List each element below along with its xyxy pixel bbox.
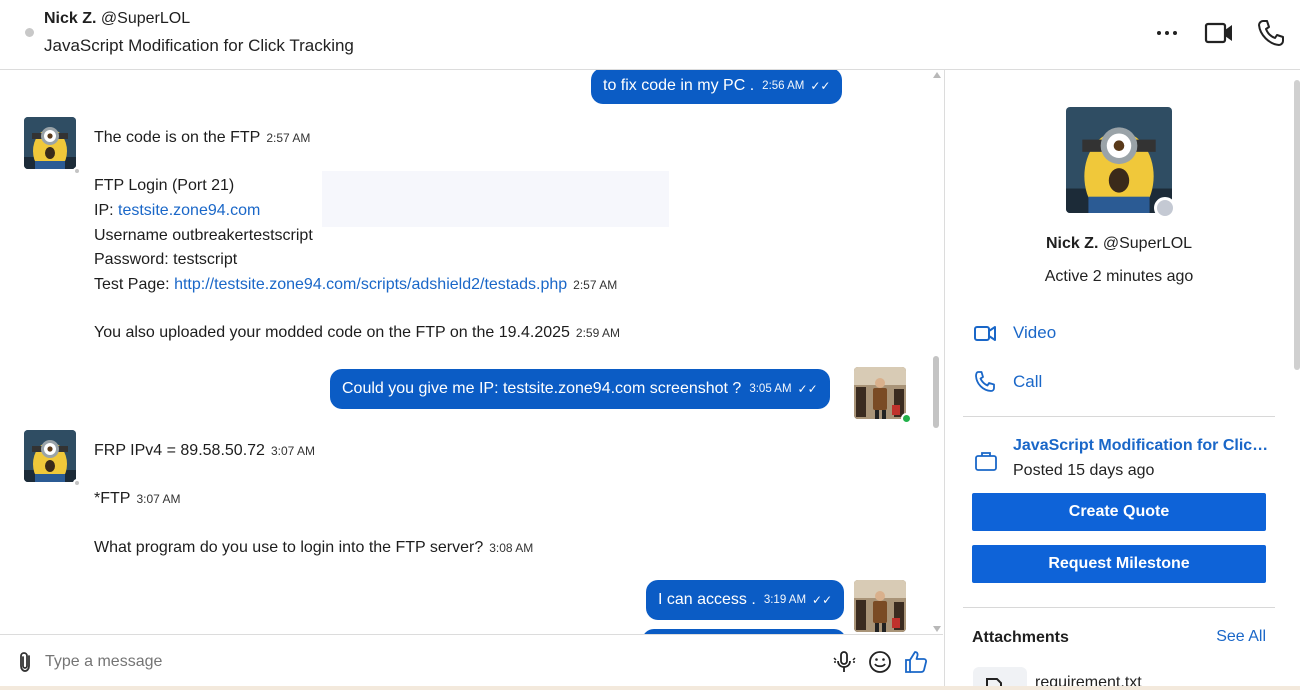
message-text: FRP IPv4 = 89.58.50.72 [94,442,265,459]
presence-dot [73,479,81,487]
outgoing-message[interactable]: to fix code in my PC . 2:56 AM ✓✓ [591,70,843,104]
incoming-message[interactable]: FRP IPv4 = 89.58.50.72 3:07 AM [94,442,315,460]
project-title[interactable]: JavaScript Modification for Click Tracki… [44,36,354,56]
profile-name: Nick Z. @SuperLOL [945,235,1293,253]
paperclip-icon[interactable] [16,651,36,673]
see-all-link[interactable]: See All [1216,628,1266,646]
message-line: Username outbreakertestscript [94,227,313,244]
contact-handle: @SuperLOL [100,10,191,27]
phone-icon [973,370,997,394]
job-title-link[interactable]: JavaScript Modification for Click Tracki… [1013,437,1271,455]
incoming-message[interactable]: The code is on the FTP 2:57 AM [94,129,310,147]
video-label: Video [1013,323,1057,342]
message-text: to fix code in my PC . [603,77,755,94]
message-line: Test Page: http://testsite.zone94.com/sc… [94,276,617,294]
panel-scroll-thumb[interactable] [1294,80,1300,370]
emoji-icon[interactable] [867,649,893,675]
more-icon[interactable] [1152,18,1182,48]
contact-display-name: Nick Z. [44,10,97,27]
profile-display-name: Nick Z. [1045,235,1099,252]
divider [963,607,1275,608]
message-time: 2:56 AM [762,80,805,92]
composer-actions [831,649,929,675]
video-camera-icon[interactable] [1204,18,1234,48]
divider [963,416,1275,417]
presence-dot [25,28,34,37]
message-time: 3:08 AM [489,541,534,555]
video-call-link[interactable]: Video [973,321,1056,345]
message-time: 3:19 AM [763,594,807,606]
message-time: 3:05 AM [749,383,792,395]
ip-label: IP: [94,202,114,219]
attachments-heading: Attachments [972,629,1069,646]
message-time: 2:57 AM [266,131,311,145]
message-time: 2:59 AM [575,326,620,340]
thumbs-up-icon[interactable] [903,649,929,675]
testpage-label: Test Page: [94,276,170,293]
request-milestone-button[interactable]: Request Milestone [972,545,1266,583]
message-text: *FTP [94,490,131,507]
scroll-down-arrow-icon[interactable] [933,626,941,632]
call-label: Call [1013,372,1043,391]
contact-panel: Nick Z. @SuperLOL Active 2 minutes ago V… [944,70,1300,690]
phone-icon[interactable] [1256,18,1286,48]
message-text: I can access . [658,591,756,608]
chat-header: Nick Z. @SuperLOL JavaScript Modificatio… [0,0,1300,70]
message-time: 2:57 AM [573,278,618,292]
online-indicator [901,413,912,424]
briefcase-icon [973,448,999,474]
avatar[interactable] [24,117,76,169]
message-list[interactable]: to fix code in my PC . 2:56 AM ✓✓ The co… [0,70,943,634]
profile-avatar[interactable] [1066,107,1172,213]
window-bottom-edge [0,686,1300,690]
presence-dot [73,167,81,175]
testpage-link[interactable]: http://testsite.zone94.com/scripts/adshi… [174,276,567,293]
avatar[interactable] [854,367,906,419]
outgoing-message[interactable]: Could you give me IP: testsite.zone94.co… [330,369,830,409]
message-time: 3:07 AM [136,492,181,506]
voice-call-link[interactable]: Call [973,370,1042,394]
video-camera-icon [973,321,997,345]
profile-handle: @SuperLOL [1102,235,1193,252]
outgoing-message[interactable]: I can access . 3:19 AM ✓✓ [646,580,845,620]
ip-link[interactable]: testsite.zone94.com [118,202,260,219]
message-text: What program do you use to login into th… [94,539,484,556]
header-actions [1152,18,1286,48]
scroll-thumb[interactable] [933,356,939,428]
create-quote-button[interactable]: Create Quote [972,493,1266,531]
avatar[interactable] [854,580,906,632]
message-text: Could you give me IP: testsite.zone94.co… [342,380,742,397]
contact-name[interactable]: Nick Z. @SuperLOL [44,10,190,28]
incoming-message[interactable]: You also uploaded your modded code on th… [94,324,620,342]
message-composer [0,634,943,690]
chat-scrollbar[interactable] [930,70,943,634]
job-posted-date: Posted 15 days ago [1013,462,1155,479]
message-text: You also uploaded your modded code on th… [94,324,570,341]
read-receipt-icon: ✓✓ [812,593,833,607]
avatar[interactable] [24,430,76,482]
message-line: IP: testsite.zone94.com [94,202,260,220]
microphone-icon[interactable] [831,649,857,675]
message-text: The code is on the FTP [94,129,261,146]
message-line: Password: testscript [94,251,238,268]
read-receipt-icon: ✓✓ [810,79,831,93]
message-input[interactable] [45,647,805,677]
selection-highlight [322,171,669,227]
scroll-up-arrow-icon[interactable] [933,72,941,78]
incoming-message[interactable]: *FTP 3:07 AM [94,490,180,508]
last-active: Active 2 minutes ago [1044,268,1194,285]
message-line: FTP Login (Port 21) [94,177,235,194]
read-receipt-icon: ✓✓ [797,382,818,396]
message-time: 3:07 AM [270,444,315,458]
incoming-message[interactable]: What program do you use to login into th… [94,539,533,557]
presence-dot [1154,197,1176,219]
